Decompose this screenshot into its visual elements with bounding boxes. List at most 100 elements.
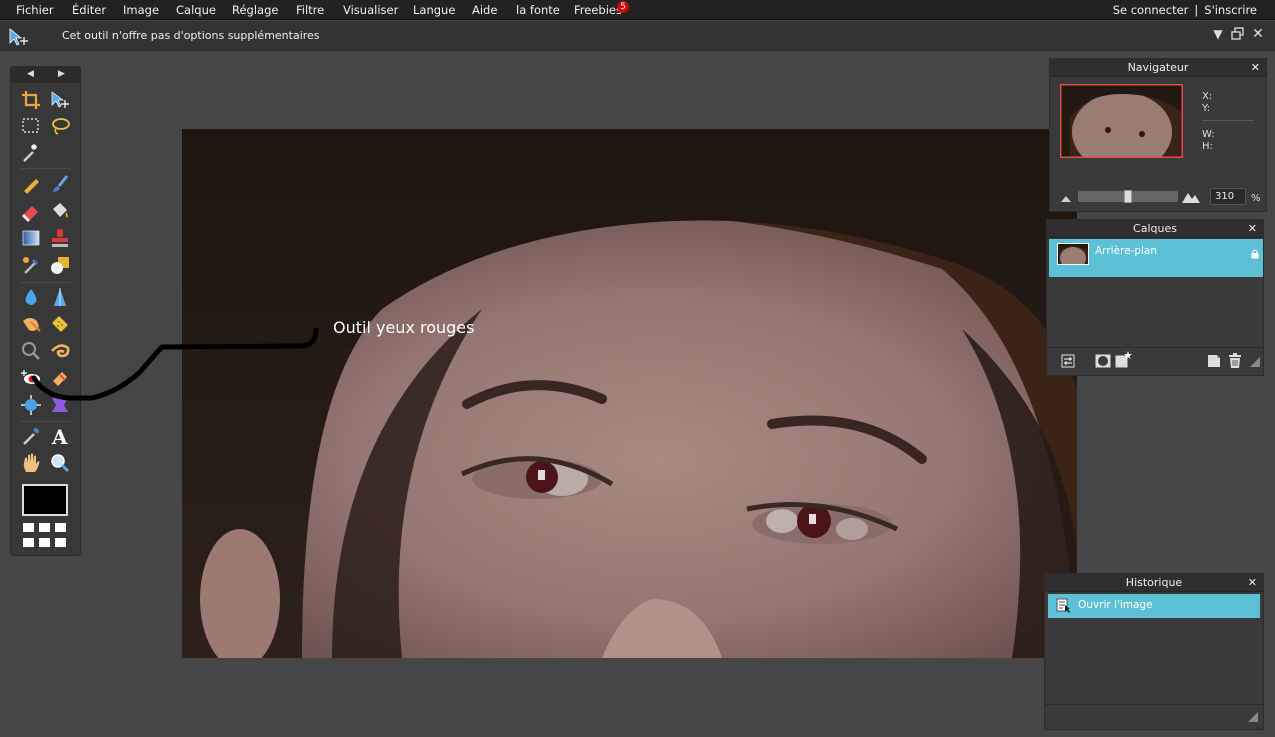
nav-w-label: W:: [1202, 129, 1215, 140]
history-item-label: Ouvrir l'image: [1078, 599, 1153, 611]
signup-link[interactable]: S'inscrire: [1204, 3, 1257, 17]
crop-tool-icon[interactable]: [20, 89, 42, 111]
sharpen-tool-icon[interactable]: [49, 286, 71, 308]
layer-mask-icon[interactable]: [1095, 354, 1111, 368]
history-open-icon: [1056, 598, 1070, 613]
resize-grip-icon[interactable]: [1250, 357, 1260, 367]
freebies-badge: 5: [617, 1, 629, 13]
zoom-tool-icon[interactable]: [49, 452, 71, 474]
red-eye-tool-icon[interactable]: [20, 367, 42, 389]
account-separator: |: [1194, 3, 1199, 17]
close-icon[interactable]: ✕: [1248, 220, 1257, 238]
sponge-tool-icon[interactable]: [49, 313, 71, 335]
swatch[interactable]: [55, 523, 66, 532]
type-tool-icon[interactable]: A: [49, 425, 71, 447]
history-item-open-image[interactable]: Ouvrir l'image: [1048, 594, 1260, 618]
layer-settings-icon[interactable]: [1061, 354, 1075, 368]
nav-y-label: Y:: [1202, 103, 1211, 114]
smudge-tool-icon[interactable]: [20, 313, 42, 335]
menu-freebies[interactable]: Freebies: [574, 3, 622, 17]
hand-tool-icon[interactable]: [20, 452, 42, 474]
menu-fichier[interactable]: Fichier: [16, 3, 54, 17]
layer-thumbnail: [1057, 243, 1089, 265]
menu-bar: Fichier Éditer Image Calque Réglage Filt…: [0, 0, 1275, 20]
history-panel: Historique ✕ Ouvrir l'image: [1044, 573, 1264, 730]
history-header: Historique ✕: [1045, 574, 1263, 592]
delete-layer-icon[interactable]: [1228, 353, 1242, 368]
dropdown-icon[interactable]: ▼: [1211, 27, 1225, 41]
move-tool-icon[interactable]: [49, 89, 71, 111]
history-title: Historique: [1125, 576, 1183, 589]
tool-options-message: Cet outil n'offre pas d'options suppléme…: [62, 29, 320, 42]
zoom-slider-track[interactable]: [1078, 190, 1178, 203]
zoom-unit-label: %: [1251, 193, 1261, 204]
menu-la-fonte[interactable]: la fonte: [516, 3, 560, 17]
menu-langue[interactable]: Langue: [413, 3, 455, 17]
layers-panel: Calques ✕ Arrière-plan: [1046, 219, 1264, 376]
toolbox-divider: [21, 168, 71, 169]
zoom-input[interactable]: [1210, 188, 1246, 205]
login-link[interactable]: Se connecter: [1113, 3, 1189, 17]
close-window-icon[interactable]: ✕: [1251, 27, 1265, 41]
navigator-thumbnail[interactable]: [1060, 84, 1183, 158]
menu-editer[interactable]: Éditer: [72, 3, 106, 17]
toolbox-next-arrow-icon[interactable]: ▶: [58, 69, 65, 79]
layer-name: Arrière-plan: [1095, 245, 1158, 257]
history-footer-divider: [1045, 704, 1263, 705]
color-picker-tool-icon[interactable]: [20, 425, 42, 447]
account-links: Se connecter | S'inscrire: [1113, 3, 1257, 17]
lock-icon: [1251, 249, 1259, 259]
lasso-tool-icon[interactable]: [49, 115, 71, 137]
menu-aide[interactable]: Aide: [472, 3, 497, 17]
resize-grip-icon[interactable]: [1248, 712, 1258, 722]
zoom-out-icon[interactable]: [1060, 193, 1072, 203]
layer-row-background[interactable]: Arrière-plan: [1049, 239, 1263, 277]
gradient-tool-icon[interactable]: [20, 227, 42, 249]
menu-visualiser[interactable]: Visualiser: [343, 3, 398, 17]
swatch[interactable]: [23, 538, 34, 547]
bloat-tool-icon[interactable]: [20, 394, 42, 416]
annotation-label: Outil yeux rouges: [333, 318, 475, 337]
color-replace-tool-icon[interactable]: [20, 254, 42, 276]
layer-styles-icon[interactable]: [1115, 351, 1133, 368]
layers-footer-divider: [1047, 347, 1263, 348]
toolbox-divider: [21, 282, 71, 283]
image-canvas[interactable]: [182, 129, 1077, 658]
svg-text:A: A: [51, 425, 68, 447]
options-bar: Cet outil n'offre pas d'options suppléme…: [0, 21, 1275, 51]
restore-window-icon[interactable]: [1231, 27, 1245, 41]
menu-filtre[interactable]: Filtre: [296, 3, 324, 17]
menu-calque[interactable]: Calque: [176, 3, 216, 17]
swatch[interactable]: [23, 523, 34, 532]
layers-title: Calques: [1133, 222, 1177, 235]
pencil-tool-icon[interactable]: [20, 173, 42, 195]
spot-heal-tool-icon[interactable]: [49, 367, 71, 389]
zoom-slider-thumb[interactable]: [1124, 190, 1132, 203]
burn-tool-icon[interactable]: [49, 340, 71, 362]
navigator-title: Navigateur: [1127, 61, 1189, 74]
menu-reglage[interactable]: Réglage: [232, 3, 278, 17]
menu-image[interactable]: Image: [123, 3, 159, 17]
blur-tool-icon[interactable]: [20, 286, 42, 308]
paint-bucket-tool-icon[interactable]: [49, 200, 71, 222]
swatch[interactable]: [39, 538, 50, 547]
foreground-color-swatch[interactable]: [22, 484, 68, 516]
eraser-tool-icon[interactable]: [20, 200, 42, 222]
magic-wand-tool-icon[interactable]: [20, 142, 42, 164]
toolbox-divider: [21, 421, 71, 422]
shape-tool-icon[interactable]: [49, 254, 71, 276]
navigator-header: Navigateur ✕: [1050, 59, 1266, 77]
close-icon[interactable]: ✕: [1248, 574, 1257, 592]
marquee-tool-icon[interactable]: [20, 115, 42, 137]
zoom-in-icon[interactable]: [1181, 190, 1201, 204]
swatch[interactable]: [39, 523, 50, 532]
toolbox-header: ◀ ▶: [11, 67, 80, 83]
swatch[interactable]: [55, 538, 66, 547]
new-layer-icon[interactable]: [1207, 354, 1221, 368]
dodge-tool-icon[interactable]: [20, 340, 42, 362]
clone-stamp-tool-icon[interactable]: [49, 227, 71, 249]
toolbox-prev-arrow-icon[interactable]: ◀: [27, 69, 34, 79]
brush-tool-icon[interactable]: [49, 173, 71, 195]
close-icon[interactable]: ✕: [1251, 59, 1260, 77]
pinch-tool-icon[interactable]: [49, 394, 71, 416]
